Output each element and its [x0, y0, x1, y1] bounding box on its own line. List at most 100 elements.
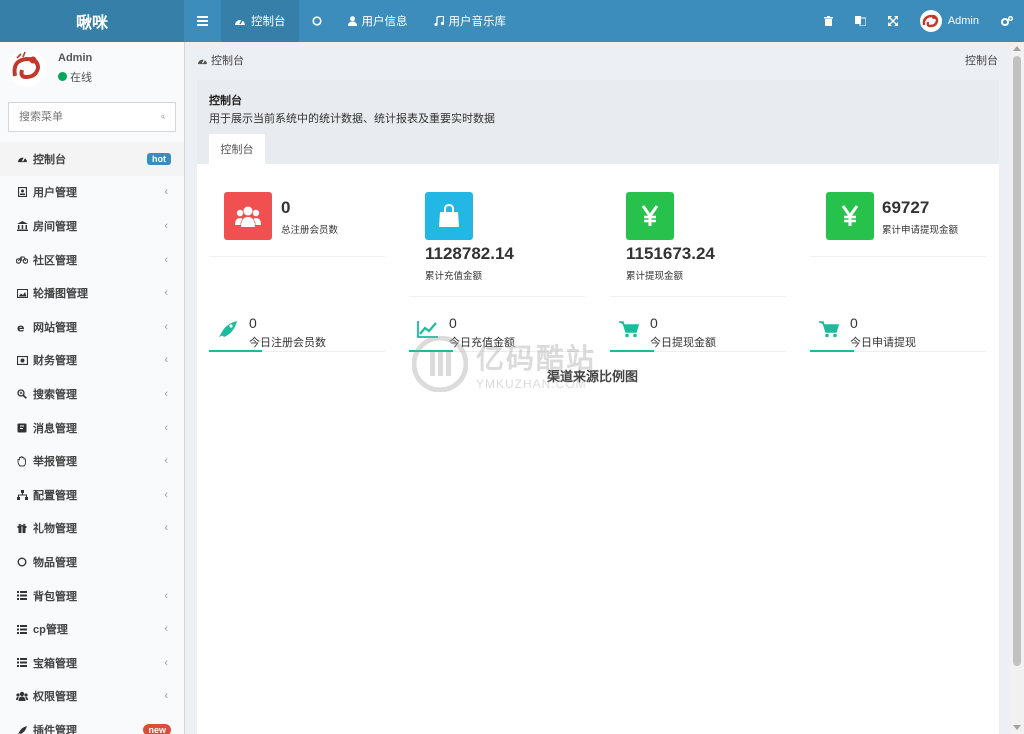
sidebar-item[interactable]: 宝箱管理 ‹ [0, 646, 184, 680]
sidebar-item[interactable]: 消息管理 ‹ [0, 411, 184, 445]
scrollbar[interactable] [1010, 42, 1024, 734]
chevron-left-icon[interactable]: ‹ [164, 287, 168, 299]
sidebar-item-label: 配置管理 [33, 489, 77, 502]
search-plus-icon [16, 388, 28, 400]
sidebar-item[interactable]: 配置管理 ‹ [0, 478, 184, 512]
admin-avatar [919, 10, 942, 32]
sidebar-item[interactable]: 用户管理 ‹ [0, 176, 184, 210]
sidebar-item[interactable]: cp管理 ‹ [0, 612, 184, 646]
tab-music-library[interactable]: 用户音乐库 [421, 0, 520, 42]
chevron-left-icon[interactable]: ‹ [164, 321, 168, 333]
top-nav: 控制台 用户信息 用户音乐库 [184, 0, 519, 42]
chevron-left-icon[interactable]: ‹ [164, 623, 168, 635]
dragon-logo-icon [12, 51, 41, 80]
fullscreen-button[interactable] [877, 0, 909, 42]
chevron-left-icon[interactable]: ‹ [164, 422, 168, 434]
stat-label: 总注册会员数 [281, 225, 339, 236]
admin-name: Admin [947, 15, 979, 27]
stat-icon-box [224, 192, 272, 240]
chevron-left-icon[interactable]: ‹ [164, 690, 168, 702]
breadcrumb: 控制台 控制台 [185, 42, 1010, 78]
today-stat-label: 今日提现金额 [650, 337, 716, 349]
chevron-left-icon[interactable]: ‹ [164, 388, 168, 400]
sidebar-toggle-button[interactable] [184, 0, 221, 42]
scroll-up-icon[interactable] [1013, 46, 1021, 51]
sidebar-item-label: cp管理 [33, 624, 68, 637]
menu-search-input[interactable] [19, 111, 161, 123]
divider [810, 256, 986, 257]
top-right-tools: Admin [813, 0, 1024, 42]
scrollbar-thumb[interactable] [1013, 56, 1021, 666]
sidebar-menu: 控制台 hot 用户管理 ‹ 房间管理 ‹ 社区管理 ‹ 轮播图管理 ‹ e 网站管理 ‹ 财务管理 ‹ 搜索… [0, 142, 184, 734]
tab-user-info-label: 用户信息 [361, 16, 408, 28]
sidebar-item[interactable]: 财务管理 ‹ [0, 344, 184, 378]
tab-dashboard[interactable]: 控制台 [221, 0, 299, 42]
sidebar-item[interactable]: 背包管理 ‹ [0, 579, 184, 613]
sidebar-item-label: 控制台 [33, 153, 66, 166]
sidebar-item-label: 社区管理 [33, 254, 77, 267]
search-icon[interactable] [161, 112, 165, 122]
tab-user-info[interactable]: 用户信息 [335, 0, 421, 42]
dashboard-panel: 控制台 用于展示当前系统中的统计数据、统计报表及重要实时数据 控制台 0 总注册… [197, 80, 999, 734]
tab-circle[interactable] [299, 0, 335, 42]
stat-value: 1151673.24 [626, 244, 715, 263]
top-navbar: 啾咪 控制台 用户信息 用户音乐库 Admin [0, 0, 1024, 42]
hand-icon [16, 455, 28, 467]
sidebar-item[interactable]: 控制台 hot [0, 142, 184, 176]
scroll-down-icon[interactable] [1013, 725, 1021, 730]
chevron-left-icon[interactable]: ‹ [164, 254, 168, 266]
sidebar-item[interactable]: 房间管理 ‹ [0, 209, 184, 243]
sidebar-item[interactable]: e 网站管理 ‹ [0, 310, 184, 344]
yen-icon [641, 205, 659, 226]
progress-bar [610, 350, 654, 352]
admin-menu[interactable]: Admin [909, 0, 990, 42]
breadcrumb-item[interactable]: 控制台 [211, 52, 244, 68]
settings-button[interactable] [990, 0, 1024, 42]
stat-icon-box [826, 192, 874, 240]
group-icon [16, 690, 28, 702]
list-icon [16, 623, 28, 635]
user-icon [347, 16, 357, 26]
chevron-left-icon[interactable]: ‹ [164, 522, 168, 534]
chevron-left-icon[interactable]: ‹ [164, 590, 168, 602]
breadcrumb-right: 控制台 [965, 55, 998, 67]
sidebar-item[interactable]: 轮播图管理 ‹ [0, 276, 184, 310]
panel-heading: 控制台 用于展示当前系统中的统计数据、统计报表及重要实时数据 控制台 [197, 80, 999, 164]
yen-icon [841, 205, 859, 226]
dashboard-icon [198, 58, 207, 64]
chevron-left-icon[interactable]: ‹ [164, 657, 168, 669]
chart-title: 渠道来源比例图 [547, 369, 639, 384]
stat-label: 累计申请提现金额 [882, 225, 959, 236]
chevron-left-icon[interactable]: ‹ [164, 186, 168, 198]
app-logo[interactable]: 啾咪 [0, 0, 184, 42]
chevron-left-icon[interactable]: ‹ [164, 220, 168, 232]
chevron-left-icon[interactable]: ‹ [164, 455, 168, 467]
progress-bar [810, 350, 854, 352]
sidebar-item[interactable]: 礼物管理 ‹ [0, 512, 184, 546]
sidebar-item[interactable]: 社区管理 ‹ [0, 243, 184, 277]
trash-icon [823, 16, 833, 26]
stat-label: 累计提现金额 [626, 271, 684, 282]
sidebar-item[interactable]: 搜索管理 ‹ [0, 377, 184, 411]
stat-value: 1128782.14 [425, 244, 514, 263]
sidebar-item[interactable]: 举报管理 ‹ [0, 444, 184, 478]
sidebar-item-label: 消息管理 [33, 422, 77, 435]
sidebar-item-label: 物品管理 [33, 556, 77, 569]
chevron-left-icon[interactable]: ‹ [164, 489, 168, 501]
language-button[interactable] [844, 0, 877, 42]
sidebar-item[interactable]: 物品管理 [0, 545, 184, 579]
menu-badge: hot [147, 152, 171, 165]
today-stat-label: 今日申请提现 [850, 337, 916, 349]
ie-icon: e [16, 321, 28, 333]
sidebar-item-label: 搜索管理 [33, 388, 77, 401]
sidebar-item[interactable]: 权限管理 ‹ [0, 680, 184, 714]
sidebar-item-label: 用户管理 [33, 187, 77, 200]
sidebar-item-label: 背包管理 [33, 590, 77, 603]
tab-dashboard-panel[interactable]: 控制台 [209, 134, 265, 164]
chevron-left-icon[interactable]: ‹ [164, 354, 168, 366]
user-status: 在线 [58, 69, 92, 85]
sidebar-item[interactable]: 插件管理 new [0, 713, 184, 734]
sidebar-item-label: 宝箱管理 [33, 657, 77, 670]
today-stat: 0 今日充值金额 [409, 312, 585, 352]
clear-cache-button[interactable] [813, 0, 844, 42]
